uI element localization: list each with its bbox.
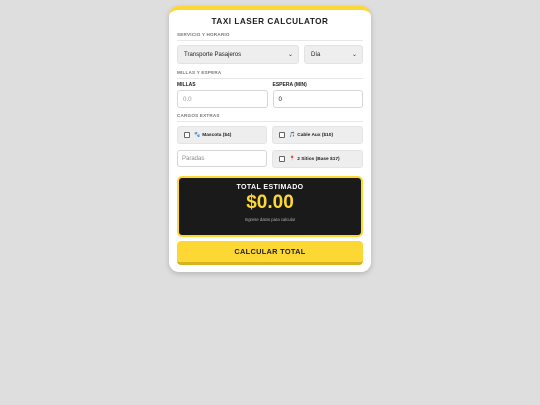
- wait-input[interactable]: 0: [272, 90, 363, 108]
- wait-value: 0: [278, 95, 282, 103]
- miles-placeholder: 0.0: [183, 95, 192, 103]
- two-sites-checkbox[interactable]: [279, 156, 285, 162]
- period-select[interactable]: Día ⌄: [304, 45, 363, 64]
- music-icon: 🎵: [289, 132, 296, 138]
- paw-icon: 🐾: [194, 132, 201, 138]
- pet-checkbox[interactable]: [184, 132, 190, 138]
- miles-input[interactable]: 0.0: [177, 90, 268, 108]
- app-title: TAXI LASER CALCULATOR: [211, 17, 329, 26]
- chevron-down-icon: ⌄: [287, 52, 293, 58]
- extras-section-label: CARGOS EXTRAS: [177, 113, 363, 122]
- aux-label: Cable Aux ($10): [297, 132, 334, 138]
- stops-placeholder: Paradas: [182, 155, 205, 162]
- service-select[interactable]: Transporte Pasajeros ⌄: [177, 45, 299, 64]
- total-panel: TOTAL ESTIMADO $0.00 Ingrese datos para …: [177, 176, 363, 237]
- aux-checkbox[interactable]: [279, 132, 285, 138]
- calculate-button[interactable]: CALCULAR TOTAL: [177, 241, 363, 265]
- pin-icon: 📍: [289, 156, 296, 162]
- miles-section-label: MILLAS Y ESPERA: [177, 70, 363, 79]
- calculator-card: TAXI LASER CALCULATOR SERVICIO Y HORARIO…: [169, 6, 371, 272]
- service-select-value: Transporte Pasajeros: [184, 51, 242, 58]
- wait-label: ESPERA (MIN): [272, 82, 307, 88]
- total-label: TOTAL ESTIMADO: [236, 184, 304, 191]
- two-sites-option[interactable]: 📍 2 Sitios (Base $17): [272, 150, 363, 168]
- aux-option[interactable]: 🎵 Cable Aux ($10): [272, 126, 363, 144]
- period-select-value: Día: [311, 51, 321, 58]
- two-sites-label: 2 Sitios (Base $17): [297, 156, 340, 162]
- pet-option[interactable]: 🐾 Mascota ($4): [177, 126, 267, 144]
- total-amount: $0.00: [246, 192, 294, 213]
- pet-label: Mascota ($4): [202, 132, 232, 138]
- miles-label: MILLAS: [177, 82, 196, 88]
- chevron-down-icon: ⌄: [351, 52, 357, 58]
- stops-input[interactable]: Paradas: [177, 150, 267, 167]
- service-section-label: SERVICIO Y HORARIO: [177, 32, 363, 41]
- total-hint: Ingrese datos para calcular: [244, 217, 296, 222]
